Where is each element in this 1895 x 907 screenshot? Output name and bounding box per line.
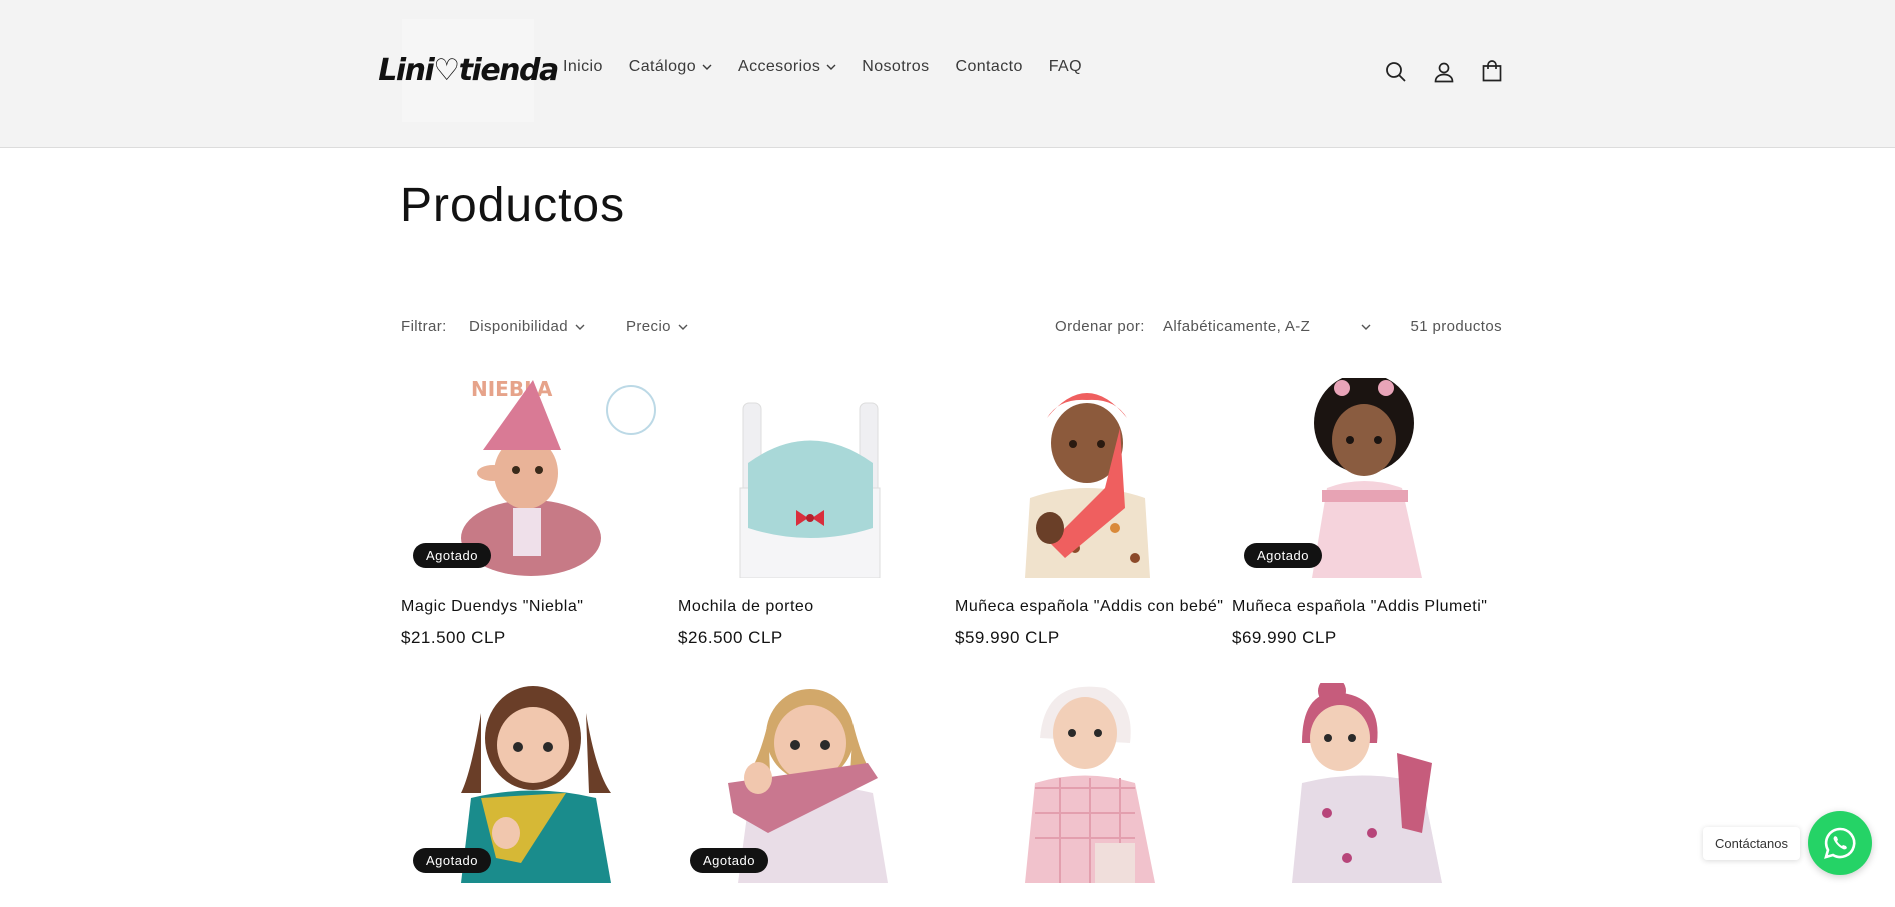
facet-label: Precio xyxy=(626,318,671,335)
nav-item-label: Contacto xyxy=(955,58,1023,75)
filter-price[interactable]: Precio xyxy=(626,318,688,335)
product-count: 51 productos xyxy=(1410,318,1502,335)
sold-out-badge: Agotado xyxy=(1244,543,1322,568)
sold-out-badge: Agotado xyxy=(413,543,491,568)
search-icon xyxy=(1386,62,1406,82)
product-image[interactable]: Agotado xyxy=(1232,378,1498,578)
account-icon xyxy=(1434,62,1454,83)
whatsapp-button[interactable] xyxy=(1808,811,1872,875)
search-button[interactable] xyxy=(1380,56,1412,88)
product-image[interactable]: Agotado xyxy=(401,683,667,883)
product-card[interactable]: Agotado Muñeca española "Addis Plumeti" … xyxy=(1232,378,1498,648)
product-card[interactable] xyxy=(1232,683,1498,883)
product-image[interactable] xyxy=(955,683,1221,883)
backpack-image xyxy=(739,402,881,578)
cart-button[interactable] xyxy=(1476,56,1508,88)
page-title: Productos xyxy=(400,179,626,232)
sort-select[interactable]: Alfabéticamente, A-Z xyxy=(1163,318,1371,335)
chevron-down-icon xyxy=(575,324,585,330)
main-nav: Inicio Catálogo Accesorios Nosotros Cont… xyxy=(563,58,1108,76)
account-button[interactable] xyxy=(1428,56,1460,88)
product-image[interactable] xyxy=(1232,683,1498,883)
nav-item-catalogo[interactable]: Catálogo xyxy=(629,58,712,76)
cart-icon xyxy=(1482,60,1502,82)
product-card[interactable] xyxy=(955,683,1221,883)
chevron-down-icon xyxy=(826,64,836,70)
chevron-down-icon xyxy=(1361,324,1371,330)
filter-availability[interactable]: Disponibilidad xyxy=(469,318,585,335)
product-title[interactable]: Magic Duendys "Niebla" xyxy=(401,598,667,616)
product-card[interactable]: Mochila de porteo $26.500 CLP xyxy=(678,378,944,648)
sort-value: Alfabéticamente, A-Z xyxy=(1163,318,1311,335)
whatsapp-icon xyxy=(1824,827,1856,859)
store-logo[interactable]: Lini♡tienda xyxy=(378,19,559,122)
product-image[interactable] xyxy=(955,378,1221,578)
product-price: $69.990 CLP xyxy=(1232,628,1337,647)
site-header: Lini♡tienda Inicio Catálogo Accesorios N… xyxy=(0,0,1895,148)
nav-item-nosotros[interactable]: Nosotros xyxy=(862,58,929,76)
doll-image xyxy=(1292,683,1442,883)
filter-bar: Filtrar: Disponibilidad Precio Ordenar p… xyxy=(401,318,1502,338)
sort-label: Ordenar por: xyxy=(1055,318,1145,335)
product-image[interactable]: Agotado xyxy=(678,683,944,883)
nav-item-contacto[interactable]: Contacto xyxy=(956,58,1023,76)
nav-item-label: Nosotros xyxy=(862,58,930,75)
product-title[interactable]: Muñeca española "Addis con bebé" xyxy=(955,598,1223,616)
product-title[interactable]: Mochila de porteo xyxy=(678,598,944,616)
facet-label: Disponibilidad xyxy=(469,318,568,335)
header-icons xyxy=(1380,56,1524,88)
doll-image xyxy=(1025,393,1150,578)
product-price: $21.500 CLP xyxy=(401,628,506,647)
sold-out-badge: Agotado xyxy=(413,848,491,873)
svg-text:NIEBLA: NIEBLA xyxy=(471,378,553,401)
product-title[interactable]: Muñeca española "Addis Plumeti" xyxy=(1232,598,1498,616)
nav-item-inicio[interactable]: Inicio xyxy=(563,58,603,76)
logo-text: Lini♡tienda xyxy=(378,53,559,88)
sold-out-badge: Agotado xyxy=(690,848,768,873)
nav-item-label: Accesorios xyxy=(738,58,821,75)
product-card[interactable]: NIEBLA Agotado Magic Duendys "Niebla" $2… xyxy=(401,378,667,648)
product-card[interactable]: Agotado xyxy=(678,683,944,883)
chevron-down-icon xyxy=(678,324,688,330)
product-card[interactable]: Agotado xyxy=(401,683,667,883)
doll-image xyxy=(1025,686,1155,883)
product-image[interactable] xyxy=(678,378,944,578)
nav-item-label: FAQ xyxy=(1048,58,1082,75)
nav-item-label: Inicio xyxy=(563,58,603,75)
chevron-down-icon xyxy=(702,64,712,70)
nav-item-accesorios[interactable]: Accesorios xyxy=(738,58,836,76)
product-price: $26.500 CLP xyxy=(678,628,783,647)
nav-item-label: Catálogo xyxy=(628,58,697,75)
nav-item-faq[interactable]: FAQ xyxy=(1049,58,1082,76)
product-card[interactable]: Muñeca española "Addis con bebé" $59.990… xyxy=(955,378,1223,648)
filter-label: Filtrar: xyxy=(401,318,447,335)
product-price: $59.990 CLP xyxy=(955,628,1060,647)
whatsapp-label[interactable]: Contáctanos xyxy=(1703,827,1800,860)
product-image[interactable]: NIEBLA Agotado xyxy=(401,378,667,578)
